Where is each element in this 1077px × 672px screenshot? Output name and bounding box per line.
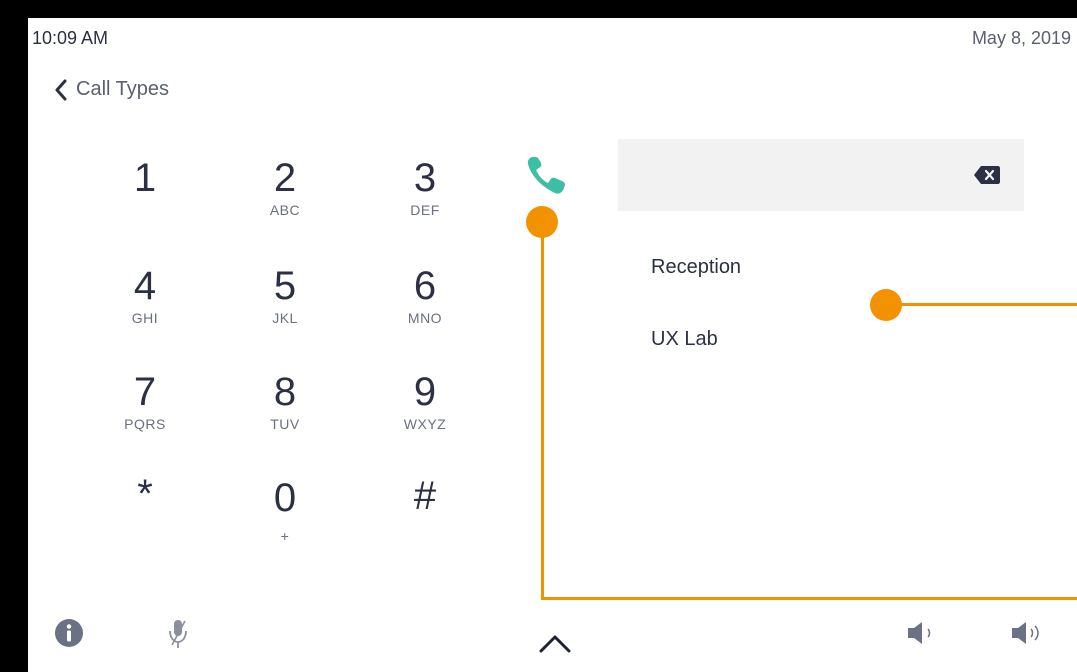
key-9[interactable]: 9 WXYZ <box>370 370 480 434</box>
key-digit: * <box>137 472 153 516</box>
info-icon[interactable] <box>54 618 84 648</box>
key-letters: DEF <box>410 202 440 218</box>
key-letters: PQRS <box>124 416 166 432</box>
key-8[interactable]: 8 TUV <box>230 370 340 434</box>
key-7[interactable]: 7 PQRS <box>90 370 200 434</box>
chevron-up-icon[interactable] <box>538 632 572 654</box>
key-letters: GHI <box>131 310 159 326</box>
annotation-line <box>541 597 1077 600</box>
key-letters <box>90 518 200 536</box>
key-letters: JKL <box>272 310 298 326</box>
key-letters: TUV <box>270 416 300 432</box>
key-2[interactable]: 2 ABC <box>230 156 340 220</box>
contact-item[interactable]: UX Lab <box>651 328 718 351</box>
key-star[interactable]: * <box>90 472 200 536</box>
device-bezel-left <box>0 0 28 672</box>
key-digit: 4 <box>133 264 157 308</box>
key-5[interactable]: 5 JKL <box>230 264 340 328</box>
key-digit: 0 <box>273 476 297 520</box>
key-3[interactable]: 3 DEF <box>370 156 480 220</box>
key-letters: WXYZ <box>403 416 447 432</box>
mic-muted-icon[interactable] <box>167 618 189 650</box>
chevron-left-icon <box>55 79 67 100</box>
backspace-icon[interactable] <box>974 166 1000 184</box>
touch-panel-screen: 10:09 AM May 8, 2019 Call Types 1 2 ABC … <box>28 18 1077 672</box>
key-digit: 5 <box>273 264 297 308</box>
key-letters: ABC <box>269 202 301 218</box>
key-digit: 8 <box>273 370 297 414</box>
key-digit: 1 <box>133 156 157 200</box>
volume-up-icon[interactable] <box>1010 620 1046 646</box>
key-hash[interactable]: # <box>370 474 480 538</box>
key-letters: + <box>280 528 290 544</box>
key-4[interactable]: 4 GHI <box>90 264 200 328</box>
status-date: May 8, 2019 <box>971 28 1071 48</box>
phone-icon <box>527 157 565 194</box>
call-button[interactable] <box>524 154 574 200</box>
annotation-line <box>541 222 544 600</box>
key-6[interactable]: 6 MNO <box>370 264 480 328</box>
key-digit: # <box>413 474 437 518</box>
key-digit: 7 <box>133 370 157 414</box>
key-digit: 6 <box>413 264 437 308</box>
device-bezel-top <box>0 0 1077 18</box>
key-digit: 2 <box>273 156 297 200</box>
key-digit: 9 <box>413 370 437 414</box>
back-label: Call Types <box>76 78 170 100</box>
key-digit: 3 <box>413 156 437 200</box>
back-button[interactable]: Call Types <box>54 78 169 101</box>
key-letters: MNO <box>407 310 443 326</box>
key-1[interactable]: 1 <box>90 156 200 220</box>
volume-down-icon[interactable] <box>906 620 938 646</box>
dial-input-field[interactable] <box>618 139 1024 211</box>
key-0[interactable]: 0 + <box>230 476 340 546</box>
status-time: 10:09 AM <box>32 28 109 48</box>
key-letters <box>90 202 200 220</box>
annotation-line <box>886 303 1077 306</box>
contact-item[interactable]: Reception <box>651 256 741 279</box>
key-letters <box>370 520 480 538</box>
